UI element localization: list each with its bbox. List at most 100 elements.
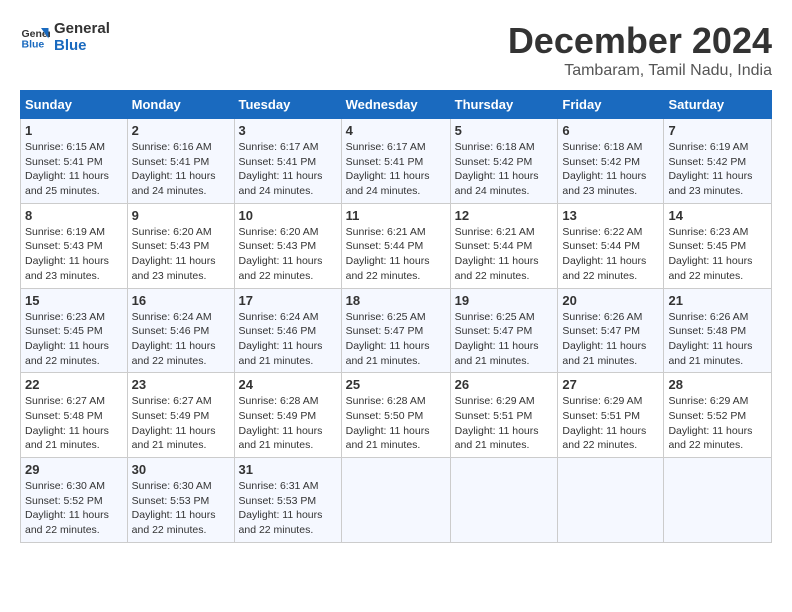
day-number: 30 <box>132 462 230 477</box>
calendar-week-row: 15 Sunrise: 6:23 AM Sunset: 5:45 PM Dayl… <box>21 288 772 373</box>
calendar-week-row: 1 Sunrise: 6:15 AM Sunset: 5:41 PM Dayli… <box>21 119 772 204</box>
calendar-cell: 3 Sunrise: 6:17 AM Sunset: 5:41 PM Dayli… <box>234 119 341 204</box>
calendar-cell: 23 Sunrise: 6:27 AM Sunset: 5:49 PM Dayl… <box>127 373 234 458</box>
day-info: Sunrise: 6:17 AM Sunset: 5:41 PM Dayligh… <box>346 140 446 199</box>
day-info: Sunrise: 6:30 AM Sunset: 5:53 PM Dayligh… <box>132 479 230 538</box>
calendar-header-row: SundayMondayTuesdayWednesdayThursdayFrid… <box>21 91 772 119</box>
day-number: 27 <box>562 377 659 392</box>
day-number: 23 <box>132 377 230 392</box>
day-info: Sunrise: 6:30 AM Sunset: 5:52 PM Dayligh… <box>25 479 123 538</box>
day-number: 31 <box>239 462 337 477</box>
day-number: 20 <box>562 293 659 308</box>
day-header-wednesday: Wednesday <box>341 91 450 119</box>
calendar-cell: 24 Sunrise: 6:28 AM Sunset: 5:49 PM Dayl… <box>234 373 341 458</box>
day-info: Sunrise: 6:28 AM Sunset: 5:50 PM Dayligh… <box>346 394 446 453</box>
day-info: Sunrise: 6:18 AM Sunset: 5:42 PM Dayligh… <box>455 140 554 199</box>
calendar-cell: 5 Sunrise: 6:18 AM Sunset: 5:42 PM Dayli… <box>450 119 558 204</box>
calendar-cell: 20 Sunrise: 6:26 AM Sunset: 5:47 PM Dayl… <box>558 288 664 373</box>
calendar-cell: 15 Sunrise: 6:23 AM Sunset: 5:45 PM Dayl… <box>21 288 128 373</box>
day-header-tuesday: Tuesday <box>234 91 341 119</box>
calendar-week-row: 29 Sunrise: 6:30 AM Sunset: 5:52 PM Dayl… <box>21 458 772 543</box>
calendar-cell: 22 Sunrise: 6:27 AM Sunset: 5:48 PM Dayl… <box>21 373 128 458</box>
day-info: Sunrise: 6:25 AM Sunset: 5:47 PM Dayligh… <box>455 310 554 369</box>
logo-general: General <box>54 20 110 37</box>
day-number: 18 <box>346 293 446 308</box>
calendar-cell: 8 Sunrise: 6:19 AM Sunset: 5:43 PM Dayli… <box>21 203 128 288</box>
day-number: 29 <box>25 462 123 477</box>
calendar-cell: 18 Sunrise: 6:25 AM Sunset: 5:47 PM Dayl… <box>341 288 450 373</box>
calendar-cell: 19 Sunrise: 6:25 AM Sunset: 5:47 PM Dayl… <box>450 288 558 373</box>
day-header-thursday: Thursday <box>450 91 558 119</box>
calendar-cell <box>558 458 664 543</box>
calendar-cell: 1 Sunrise: 6:15 AM Sunset: 5:41 PM Dayli… <box>21 119 128 204</box>
day-info: Sunrise: 6:18 AM Sunset: 5:42 PM Dayligh… <box>562 140 659 199</box>
day-info: Sunrise: 6:29 AM Sunset: 5:52 PM Dayligh… <box>668 394 767 453</box>
day-number: 3 <box>239 123 337 138</box>
calendar-cell: 26 Sunrise: 6:29 AM Sunset: 5:51 PM Dayl… <box>450 373 558 458</box>
day-number: 2 <box>132 123 230 138</box>
day-info: Sunrise: 6:19 AM Sunset: 5:42 PM Dayligh… <box>668 140 767 199</box>
day-info: Sunrise: 6:19 AM Sunset: 5:43 PM Dayligh… <box>25 225 123 284</box>
logo-blue: Blue <box>54 37 110 54</box>
day-number: 19 <box>455 293 554 308</box>
calendar-cell: 4 Sunrise: 6:17 AM Sunset: 5:41 PM Dayli… <box>341 119 450 204</box>
calendar-cell <box>664 458 772 543</box>
day-info: Sunrise: 6:22 AM Sunset: 5:44 PM Dayligh… <box>562 225 659 284</box>
calendar-cell: 10 Sunrise: 6:20 AM Sunset: 5:43 PM Dayl… <box>234 203 341 288</box>
day-number: 9 <box>132 208 230 223</box>
day-number: 4 <box>346 123 446 138</box>
calendar-cell: 2 Sunrise: 6:16 AM Sunset: 5:41 PM Dayli… <box>127 119 234 204</box>
calendar-cell: 11 Sunrise: 6:21 AM Sunset: 5:44 PM Dayl… <box>341 203 450 288</box>
day-header-sunday: Sunday <box>21 91 128 119</box>
day-number: 13 <box>562 208 659 223</box>
day-info: Sunrise: 6:20 AM Sunset: 5:43 PM Dayligh… <box>132 225 230 284</box>
calendar-table: SundayMondayTuesdayWednesdayThursdayFrid… <box>20 90 772 543</box>
day-number: 11 <box>346 208 446 223</box>
day-info: Sunrise: 6:20 AM Sunset: 5:43 PM Dayligh… <box>239 225 337 284</box>
day-number: 15 <box>25 293 123 308</box>
day-number: 14 <box>668 208 767 223</box>
day-number: 7 <box>668 123 767 138</box>
day-info: Sunrise: 6:15 AM Sunset: 5:41 PM Dayligh… <box>25 140 123 199</box>
day-info: Sunrise: 6:27 AM Sunset: 5:48 PM Dayligh… <box>25 394 123 453</box>
title-block: December 2024 Tambaram, Tamil Nadu, Indi… <box>508 20 772 80</box>
month-title: December 2024 <box>508 20 772 62</box>
day-number: 8 <box>25 208 123 223</box>
page-header: General Blue General Blue December 2024 … <box>20 20 772 80</box>
day-info: Sunrise: 6:23 AM Sunset: 5:45 PM Dayligh… <box>668 225 767 284</box>
day-info: Sunrise: 6:29 AM Sunset: 5:51 PM Dayligh… <box>455 394 554 453</box>
calendar-cell: 28 Sunrise: 6:29 AM Sunset: 5:52 PM Dayl… <box>664 373 772 458</box>
day-number: 10 <box>239 208 337 223</box>
logo-icon: General Blue <box>20 22 50 52</box>
day-number: 5 <box>455 123 554 138</box>
calendar-cell: 29 Sunrise: 6:30 AM Sunset: 5:52 PM Dayl… <box>21 458 128 543</box>
day-number: 28 <box>668 377 767 392</box>
day-info: Sunrise: 6:17 AM Sunset: 5:41 PM Dayligh… <box>239 140 337 199</box>
calendar-cell <box>450 458 558 543</box>
calendar-cell: 21 Sunrise: 6:26 AM Sunset: 5:48 PM Dayl… <box>664 288 772 373</box>
calendar-cell: 31 Sunrise: 6:31 AM Sunset: 5:53 PM Dayl… <box>234 458 341 543</box>
calendar-cell: 17 Sunrise: 6:24 AM Sunset: 5:46 PM Dayl… <box>234 288 341 373</box>
calendar-cell: 16 Sunrise: 6:24 AM Sunset: 5:46 PM Dayl… <box>127 288 234 373</box>
svg-text:Blue: Blue <box>22 39 45 51</box>
day-number: 24 <box>239 377 337 392</box>
calendar-cell: 13 Sunrise: 6:22 AM Sunset: 5:44 PM Dayl… <box>558 203 664 288</box>
day-info: Sunrise: 6:16 AM Sunset: 5:41 PM Dayligh… <box>132 140 230 199</box>
day-header-friday: Friday <box>558 91 664 119</box>
calendar-cell: 27 Sunrise: 6:29 AM Sunset: 5:51 PM Dayl… <box>558 373 664 458</box>
calendar-cell: 6 Sunrise: 6:18 AM Sunset: 5:42 PM Dayli… <box>558 119 664 204</box>
calendar-cell: 7 Sunrise: 6:19 AM Sunset: 5:42 PM Dayli… <box>664 119 772 204</box>
calendar-cell: 12 Sunrise: 6:21 AM Sunset: 5:44 PM Dayl… <box>450 203 558 288</box>
calendar-cell: 14 Sunrise: 6:23 AM Sunset: 5:45 PM Dayl… <box>664 203 772 288</box>
day-number: 22 <box>25 377 123 392</box>
day-number: 1 <box>25 123 123 138</box>
day-number: 12 <box>455 208 554 223</box>
day-number: 16 <box>132 293 230 308</box>
day-number: 17 <box>239 293 337 308</box>
day-number: 21 <box>668 293 767 308</box>
day-info: Sunrise: 6:28 AM Sunset: 5:49 PM Dayligh… <box>239 394 337 453</box>
day-number: 26 <box>455 377 554 392</box>
calendar-week-row: 8 Sunrise: 6:19 AM Sunset: 5:43 PM Dayli… <box>21 203 772 288</box>
logo: General Blue General Blue <box>20 20 110 54</box>
day-header-saturday: Saturday <box>664 91 772 119</box>
